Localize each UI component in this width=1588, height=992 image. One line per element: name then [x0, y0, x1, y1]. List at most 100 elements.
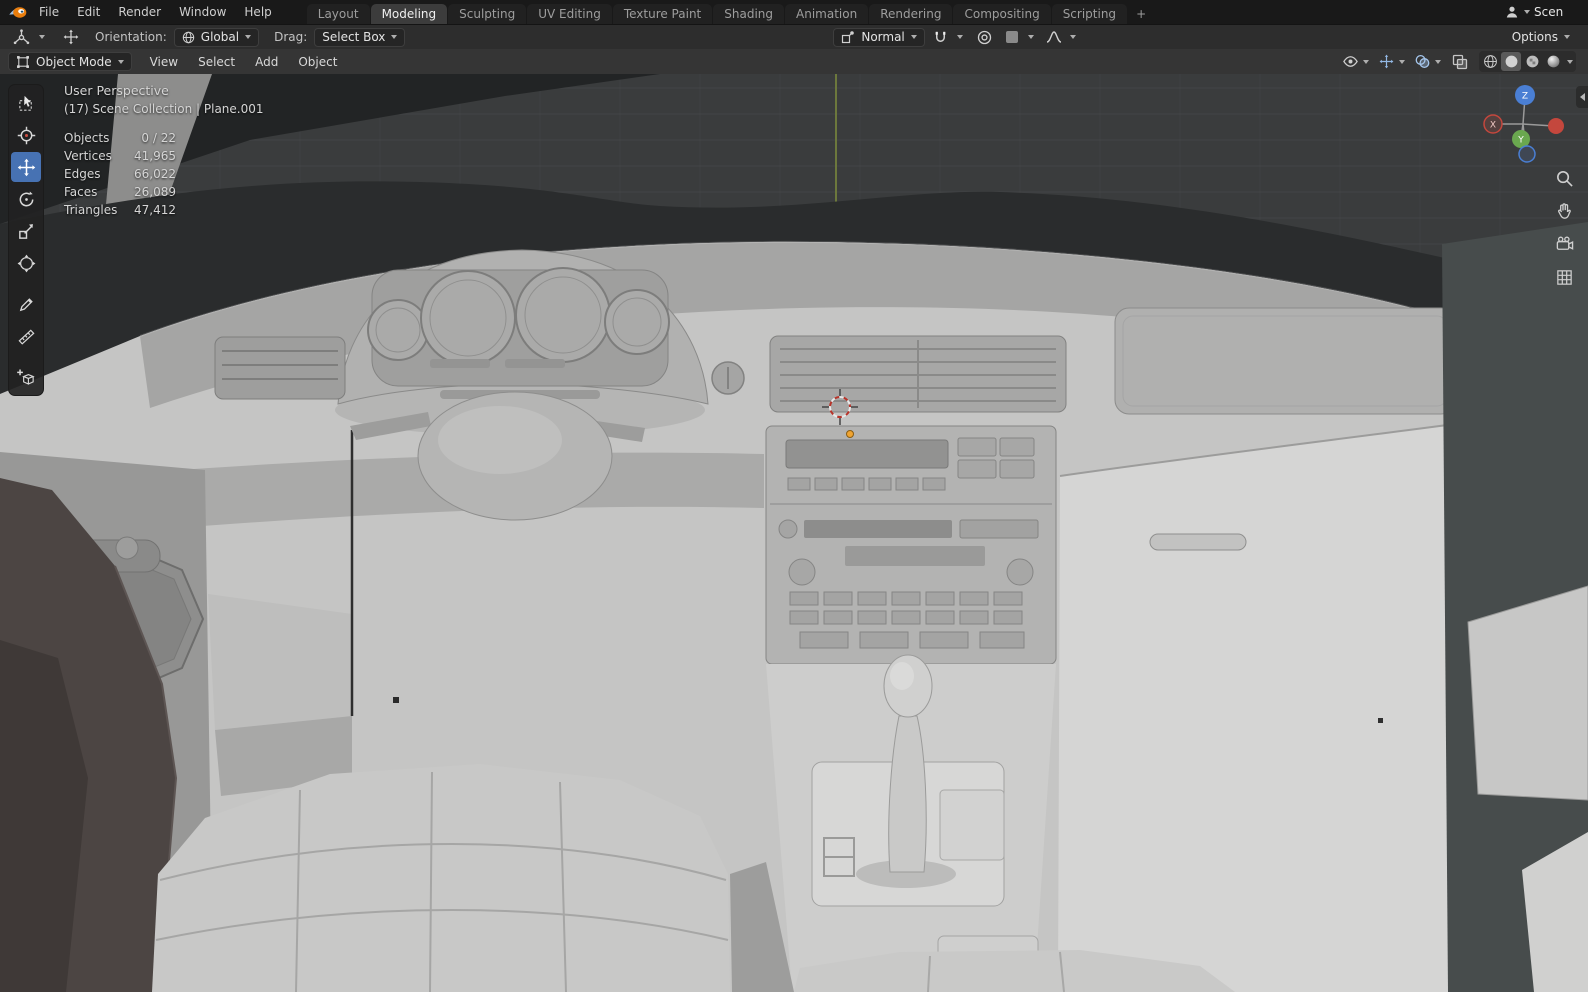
dropdown-caret-icon[interactable]	[1399, 59, 1405, 64]
stat-label: Faces	[64, 185, 98, 199]
snapping-group: Normal	[833, 27, 1076, 47]
stat-value: 41,965	[134, 149, 176, 163]
gizmo-axis-x-pos[interactable]	[1548, 118, 1564, 134]
context-path: (17) Scene Collection | Plane.001	[64, 102, 264, 116]
viewport-overlay-text: User Perspective (17) Scene Collection |…	[64, 82, 264, 219]
menu-window[interactable]: Window	[170, 0, 235, 24]
navigation-gizmo[interactable]: Z X Y	[1468, 76, 1580, 172]
overlays-icon[interactable]	[1412, 52, 1432, 71]
scene-statistics: Objects 0 / 22 Vertices 41,965 Edges 66,022…	[64, 129, 264, 219]
stat-label: Edges	[64, 167, 101, 181]
active-tool-icon[interactable]	[10, 27, 32, 47]
move-gizmo-icon[interactable]	[60, 27, 82, 47]
options-dropdown[interactable]: Options	[1504, 28, 1578, 47]
gizmo-y-label: Y	[1517, 136, 1524, 146]
camera-view-icon[interactable]	[1552, 232, 1576, 256]
menu-add[interactable]: Add	[247, 49, 286, 74]
scene-selector[interactable]: Scen	[1504, 4, 1588, 20]
annotate-tool[interactable]	[11, 289, 41, 319]
dropdown-caret-icon	[1564, 35, 1571, 39]
menu-select[interactable]: Select	[190, 49, 243, 74]
measure-tool[interactable]	[11, 321, 41, 351]
menu-view[interactable]: View	[142, 49, 186, 74]
sidebar-toggle-icon[interactable]	[1576, 86, 1588, 108]
dropdown-caret-icon[interactable]	[1363, 59, 1369, 64]
falloff-curve-icon[interactable]	[1043, 27, 1065, 47]
dropdown-caret-icon[interactable]	[1027, 35, 1034, 39]
add-cube-tool[interactable]	[11, 362, 41, 392]
options-label: Options	[1511, 30, 1559, 44]
pan-icon[interactable]	[1552, 199, 1576, 223]
viewport-header: Object Mode View Select Add Object	[0, 49, 1588, 74]
object-mode-icon	[17, 55, 29, 68]
menu-object[interactable]: Object	[290, 49, 345, 74]
move-tool[interactable]	[11, 152, 41, 182]
workspace-tab-compositing[interactable]: Compositing	[953, 4, 1051, 24]
zoom-icon[interactable]	[1552, 166, 1576, 190]
stat-value: 0 / 22	[141, 131, 176, 145]
blender-logo-icon[interactable]	[6, 3, 30, 21]
viewport-header-right	[1340, 51, 1580, 72]
shading-solid-icon[interactable]	[1501, 52, 1521, 71]
dropdown-caret-icon	[391, 35, 398, 39]
proportional-editing-icon[interactable]	[974, 27, 996, 47]
select-box-tool[interactable]	[11, 88, 41, 118]
shading-material-icon[interactable]	[1522, 52, 1542, 71]
rotate-tool[interactable]	[11, 184, 41, 214]
dropdown-caret-icon[interactable]	[1435, 59, 1441, 64]
workspace-tab-rendering[interactable]: Rendering	[869, 4, 953, 24]
dropdown-caret-icon[interactable]	[1069, 35, 1076, 39]
transform-tool[interactable]	[11, 248, 41, 278]
orientation-dropdown[interactable]: Global	[173, 27, 260, 47]
stat-value: 26,089	[134, 185, 176, 199]
viewport-3d: User Perspective (17) Scene Collection |…	[0, 74, 1588, 992]
gizmo-z-label: Z	[1522, 92, 1528, 102]
gizmo-x-label: X	[1490, 121, 1496, 131]
workspace-tab-sculpting[interactable]: Sculpting	[448, 4, 527, 24]
cursor-tool[interactable]	[11, 120, 41, 150]
ortho-grid-icon[interactable]	[1552, 265, 1576, 289]
snap-with-dropdown[interactable]: Normal	[833, 27, 925, 47]
gizmos-toggle-icon[interactable]	[1376, 52, 1396, 71]
stat-value: 66,022	[134, 167, 176, 181]
magnet-icon[interactable]	[930, 27, 952, 47]
dropdown-caret-icon	[1524, 10, 1530, 14]
workspace-tab-scripting[interactable]: Scripting	[1051, 4, 1128, 24]
gizmo-axis-z-neg[interactable]	[1518, 145, 1536, 163]
stat-value: 47,412	[134, 203, 176, 217]
menu-file[interactable]: File	[30, 0, 68, 24]
menu-render[interactable]: Render	[109, 0, 170, 24]
menu-help[interactable]: Help	[235, 0, 280, 24]
viewport-side-controls	[1552, 166, 1576, 289]
workspace-tab-texture-paint[interactable]: Texture Paint	[612, 4, 713, 24]
drag-dropdown[interactable]: Select Box	[314, 27, 406, 47]
workspace-tab-layout[interactable]: Layout	[306, 4, 370, 24]
object-origin-dot	[846, 430, 854, 438]
orientation-label: Orientation:	[95, 30, 167, 44]
shading-rendered-icon[interactable]	[1543, 52, 1563, 71]
xray-icon[interactable]	[1450, 52, 1470, 71]
falloff-swatch-icon[interactable]	[1001, 27, 1023, 47]
add-workspace-button[interactable]: +	[1128, 4, 1154, 24]
dropdown-caret-icon	[245, 35, 252, 39]
dropdown-caret-icon[interactable]	[956, 35, 963, 39]
user-icon	[1506, 6, 1518, 18]
dropdown-caret-icon	[117, 59, 124, 64]
orientation-value: Global	[200, 30, 240, 44]
shading-mode-group	[1479, 51, 1576, 72]
menu-edit[interactable]: Edit	[68, 0, 109, 24]
tool-settings-bar: Orientation: Global Drag: Select Box Nor…	[0, 24, 1588, 49]
dropdown-caret-icon[interactable]	[1567, 59, 1573, 64]
globe-icon	[182, 31, 195, 43]
stat-label: Objects	[64, 131, 110, 145]
mode-selector[interactable]: Object Mode	[8, 52, 132, 71]
dropdown-caret-icon	[910, 35, 917, 39]
workspace-tab-uv-editing[interactable]: UV Editing	[527, 4, 612, 24]
scale-tool[interactable]	[11, 216, 41, 246]
workspace-tab-modeling[interactable]: Modeling	[370, 4, 448, 24]
visibility-icon[interactable]	[1340, 52, 1360, 71]
shading-wireframe-icon[interactable]	[1480, 52, 1500, 71]
workspace-tab-animation[interactable]: Animation	[785, 4, 869, 24]
dropdown-caret-icon[interactable]	[39, 35, 45, 39]
workspace-tab-shading[interactable]: Shading	[713, 4, 784, 24]
